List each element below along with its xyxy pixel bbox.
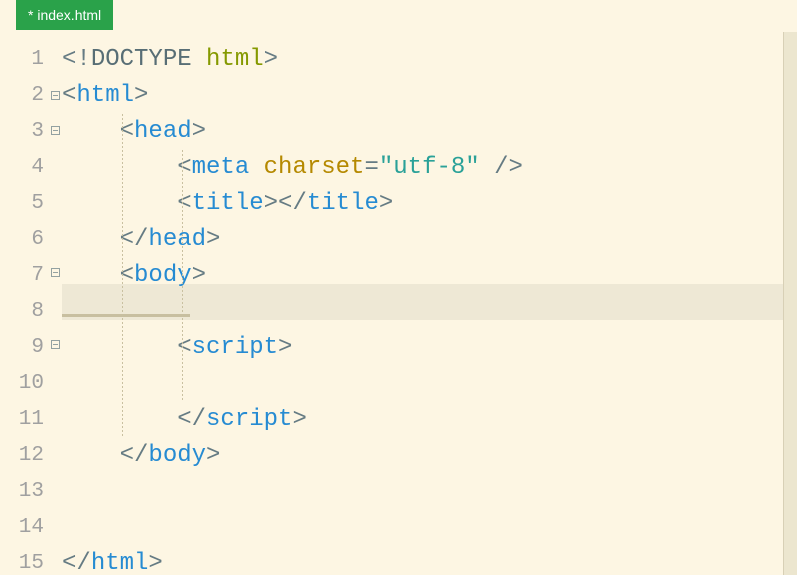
indent-guide [182, 294, 183, 330]
line-number: 2 [0, 78, 48, 114]
code-line[interactable] [62, 294, 797, 330]
fold-toggle-icon[interactable] [51, 268, 60, 277]
code-line[interactable]: <head> [62, 114, 797, 150]
code-line[interactable]: </body> [62, 438, 797, 474]
code-line[interactable]: </script> [62, 402, 797, 438]
line-number: 13 [0, 474, 48, 510]
fold-toggle-icon[interactable] [51, 91, 60, 100]
code-line[interactable] [62, 366, 797, 402]
indent-guide [122, 402, 123, 438]
code-line[interactable]: <meta charset="utf-8" /> [62, 150, 797, 186]
cursor-underline [62, 314, 190, 317]
tab-index-html[interactable]: * index.html [16, 0, 113, 30]
indent-guide [122, 186, 123, 222]
indent-guide [182, 186, 183, 222]
indent-guide [122, 258, 123, 294]
fold-toggle-icon[interactable] [51, 340, 60, 349]
line-number: 8 [0, 294, 48, 330]
indent-guide [122, 366, 123, 402]
code-line[interactable]: <body> [62, 258, 797, 294]
indent-guide [182, 366, 183, 402]
code-line[interactable] [62, 474, 797, 510]
indent-guide [122, 294, 123, 330]
line-number: 3 [0, 114, 48, 150]
editor[interactable]: 123456789101112131415 <!DOCTYPE html><ht… [0, 32, 797, 575]
code-area[interactable]: <!DOCTYPE html><html> <head> <meta chars… [62, 32, 797, 575]
fold-toggle-icon[interactable] [51, 126, 60, 135]
indent-guide [182, 222, 183, 258]
code-line[interactable]: <html> [62, 78, 797, 114]
line-number: 1 [0, 42, 48, 78]
indent-guide [182, 330, 183, 366]
indent-guide [182, 150, 183, 186]
line-number: 11 [0, 402, 48, 438]
editor-window: * index.html 123456789101112131415 <!DOC… [0, 0, 797, 575]
code-line[interactable]: </head> [62, 222, 797, 258]
indent-guide [122, 114, 123, 150]
indent-guide [122, 330, 123, 366]
code-line[interactable]: </html> [62, 546, 797, 575]
line-number: 14 [0, 510, 48, 546]
fold-gutter [48, 32, 62, 575]
line-number: 15 [0, 546, 48, 575]
line-number: 5 [0, 186, 48, 222]
indent-guide [122, 150, 123, 186]
line-number: 6 [0, 222, 48, 258]
line-number: 9 [0, 330, 48, 366]
tab-bar: * index.html [0, 0, 797, 32]
line-number: 12 [0, 438, 48, 474]
line-number-gutter: 123456789101112131415 [0, 32, 48, 575]
line-number: 7 [0, 258, 48, 294]
code-line[interactable]: <script> [62, 330, 797, 366]
code-line[interactable] [62, 510, 797, 546]
code-line[interactable]: <!DOCTYPE html> [62, 42, 797, 78]
code-line[interactable]: <title></title> [62, 186, 797, 222]
indent-guide [122, 222, 123, 258]
indent-guide [182, 258, 183, 294]
line-number: 4 [0, 150, 48, 186]
line-number: 10 [0, 366, 48, 402]
